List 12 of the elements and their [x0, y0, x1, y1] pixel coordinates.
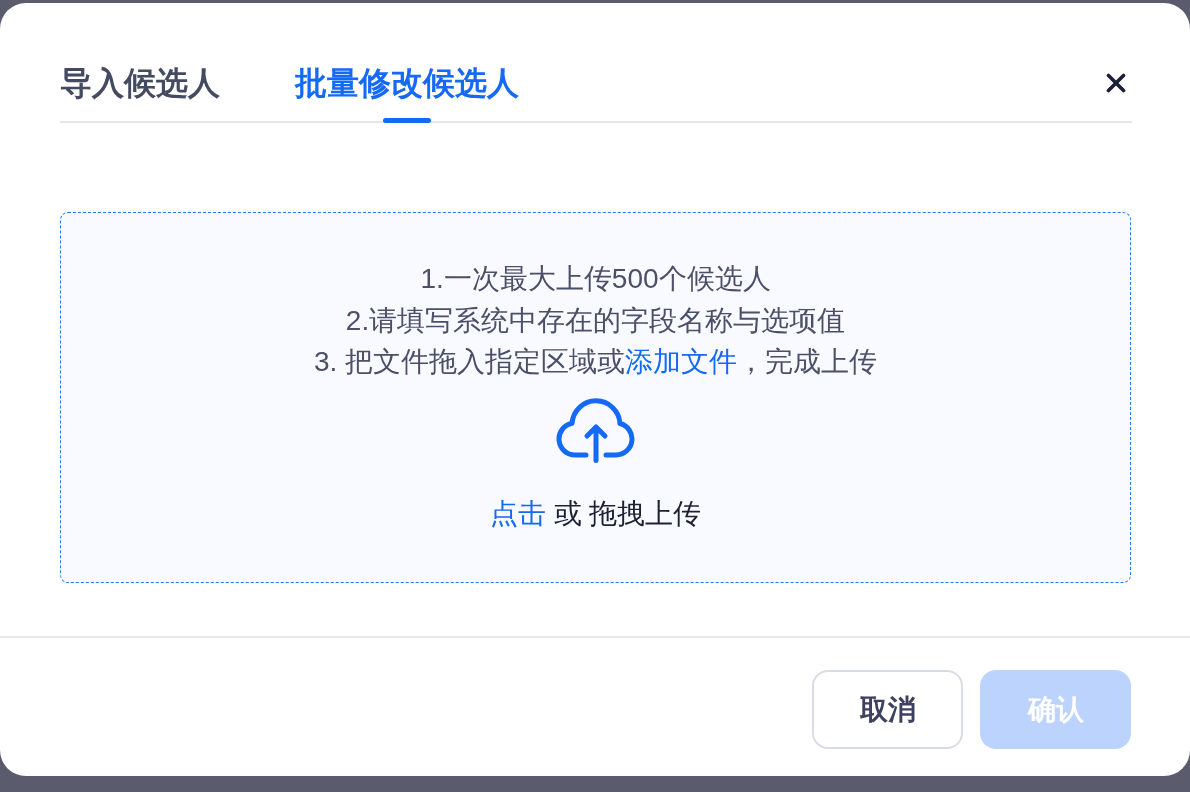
tab[interactable]: 导入候选人: [60, 63, 220, 123]
upload-drop-zone[interactable]: 1.一次最大上传500个候选人 2.请填写系统中存在的字段名称与选项值 3. 把文件拖入指定区域或添加文件，完成上传 点击 或 拖拽上传: [60, 212, 1131, 583]
click-upload-link[interactable]: 点击: [489, 497, 546, 529]
instruction-text: 2.请填写系统中存在的字段名称与选项值: [345, 303, 846, 338]
close-icon: [1106, 73, 1126, 93]
instruction-text: 1.一次最大上传500个候选人: [420, 262, 771, 296]
instruction-text: 3. 把文件拖入指定区域或添加文件，完成上传: [313, 345, 878, 379]
close-button[interactable]: [1106, 73, 1126, 93]
upload-prompt: 点击 或 拖拽上传: [489, 496, 702, 531]
add-file-link[interactable]: 添加文件: [625, 346, 738, 377]
cancel-button[interactable]: 取消: [812, 670, 963, 749]
tab[interactable]: 批量修改候选人: [295, 63, 519, 123]
